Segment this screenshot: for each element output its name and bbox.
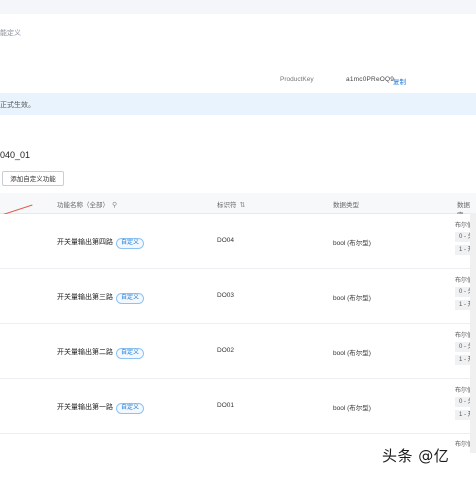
custom-badge: 自定义 bbox=[116, 293, 145, 304]
vertical-scrollbar[interactable] bbox=[470, 213, 476, 453]
watermark-text: 头条 @亿 bbox=[382, 447, 450, 465]
function-name: 开关量输出第四路 自定义 bbox=[57, 237, 145, 249]
table-row[interactable]: 开关量输出第一路 自定义 DO01 bool (布尔型) 布尔值 0 - 关 1 … bbox=[0, 379, 476, 434]
identifier: DO03 bbox=[217, 292, 234, 299]
top-bar bbox=[0, 0, 476, 14]
column-function-name[interactable]: 功能名称（全部） ⚲ bbox=[57, 199, 117, 209]
notice-text: 正式生效。 bbox=[0, 102, 35, 109]
product-name: 040_01 bbox=[0, 150, 31, 160]
identifier: DO04 bbox=[217, 237, 234, 244]
function-name: 开关量输出第二路 自定义 bbox=[57, 347, 145, 359]
productkey-value: a1mc0PReOQ9 bbox=[346, 76, 395, 83]
custom-badge: 自定义 bbox=[116, 403, 145, 414]
data-type: bool (布尔型) bbox=[333, 295, 371, 302]
function-name: 开关量输出第一路 自定义 bbox=[57, 402, 145, 414]
notice-bar: 正式生效。 bbox=[0, 93, 476, 115]
data-type: bool (布尔型) bbox=[333, 350, 371, 357]
add-custom-function-button[interactable]: 添加自定义功能 bbox=[2, 171, 64, 186]
productkey-label: ProductKey bbox=[280, 76, 314, 83]
custom-badge: 自定义 bbox=[116, 348, 145, 359]
function-name: 开关量输出第三路 自定义 bbox=[57, 292, 145, 304]
breadcrumb: 能定义 bbox=[0, 30, 21, 37]
funnel-icon[interactable]: ⚲ bbox=[112, 202, 117, 209]
identifier: DO02 bbox=[217, 347, 234, 354]
data-type: bool (布尔型) bbox=[333, 240, 371, 247]
copy-productkey-link[interactable]: 复制 bbox=[393, 76, 406, 86]
column-identifier[interactable]: 标识符 ⇅ bbox=[217, 199, 245, 209]
sort-arrows-icon[interactable]: ⇅ bbox=[240, 202, 246, 209]
custom-badge: 自定义 bbox=[116, 238, 145, 249]
table-row[interactable]: 开关量输出第四路 自定义 DO04 bool (布尔型) 布尔值 0 - 关 1 … bbox=[0, 214, 476, 269]
table-header: 功能名称（全部）⚲ 标识符⇅ 数据类型 数据定 bbox=[0, 193, 476, 219]
table-row[interactable]: 开关量输出第二路 自定义 DO02 bool (布尔型) 布尔值 0 - 关 1 … bbox=[0, 324, 476, 379]
identifier: DO01 bbox=[217, 402, 234, 409]
column-data-type: 数据类型 bbox=[333, 202, 359, 209]
table-row[interactable]: 开关量输出第三路 自定义 DO03 bool (布尔型) 布尔值 0 - 关 1 … bbox=[0, 269, 476, 324]
data-type: bool (布尔型) bbox=[333, 405, 371, 412]
